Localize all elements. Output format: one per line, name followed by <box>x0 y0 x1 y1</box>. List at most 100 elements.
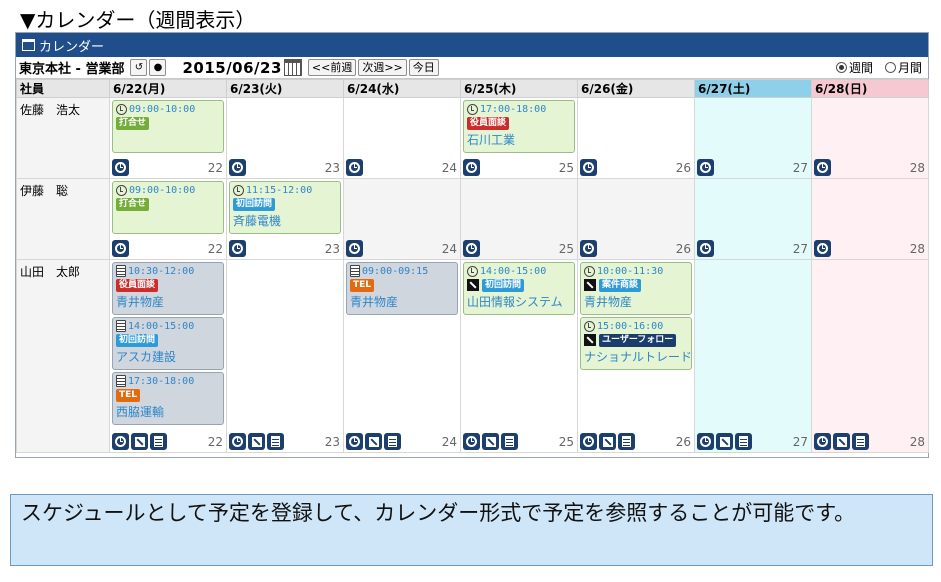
event-company-link[interactable]: 西脇運輸 <box>116 403 220 420</box>
day-number: 28 <box>909 434 925 449</box>
cell-footer: 24 <box>346 433 457 450</box>
day-cell[interactable]: 09:00-10:00 打合せ 22 <box>109 97 227 179</box>
next-week-button[interactable]: 次週>> <box>358 59 407 76</box>
add-clock-button[interactable] <box>112 240 129 257</box>
schedule-event[interactable]: 17:00-18:00 役員面談 石川工業 <box>463 100 575 153</box>
schedule-event[interactable]: 09:00-09:15 TEL 青井物産 <box>346 262 458 315</box>
day-header-5[interactable]: 6/27(土) <box>694 79 812 98</box>
person-icon-button[interactable]: ● <box>149 59 167 76</box>
event-company-link[interactable]: ナショナルトレード <box>584 348 691 365</box>
add-clock-button[interactable] <box>814 159 831 176</box>
day-cell[interactable]: 14:00-15:00 初回訪問 山田情報システム 25 <box>460 259 578 453</box>
add-clock-button[interactable] <box>229 240 246 257</box>
day-header-0[interactable]: 6/22(月) <box>109 79 227 98</box>
date-picker-icon[interactable] <box>283 59 302 76</box>
add-clock-button[interactable] <box>814 240 831 257</box>
day-header-3[interactable]: 6/25(木) <box>460 79 578 98</box>
view-month-radio[interactable]: 月間 <box>884 59 922 76</box>
schedule-event[interactable]: 17:30-18:00 TEL 西脇運輸 <box>112 372 224 425</box>
day-cell[interactable]: 17:00-18:00 役員面談 石川工業 25 <box>460 97 578 179</box>
add-phone-button[interactable] <box>248 433 265 450</box>
add-clock-button[interactable] <box>463 159 480 176</box>
day-header-6[interactable]: 6/28(日) <box>811 79 929 98</box>
add-clock-button[interactable] <box>346 433 363 450</box>
add-doc-button[interactable] <box>852 433 869 450</box>
today-button[interactable]: 今日 <box>408 59 439 76</box>
day-cell[interactable]: 23 <box>226 259 344 453</box>
day-cell[interactable]: 27 <box>694 178 812 260</box>
add-clock-button[interactable] <box>580 159 597 176</box>
event-company-link[interactable]: アスカ建設 <box>116 348 220 365</box>
add-clock-button[interactable] <box>580 240 597 257</box>
day-cell[interactable]: 26 <box>577 178 695 260</box>
day-cell[interactable]: 27 <box>694 259 812 453</box>
event-company-link[interactable]: 青井物産 <box>350 293 454 310</box>
add-phone-button[interactable] <box>833 433 850 450</box>
document-icon <box>505 436 514 447</box>
event-company-link[interactable]: 石川工業 <box>467 131 571 148</box>
add-clock-button[interactable] <box>697 240 714 257</box>
add-doc-button[interactable] <box>735 433 752 450</box>
day-header-4[interactable]: 6/26(金) <box>577 79 695 98</box>
add-clock-button[interactable] <box>463 433 480 450</box>
schedule-event[interactable]: 11:15-12:00 初回訪問 斉藤電機 <box>229 181 341 234</box>
event-time-text: 09:00-10:00 <box>129 184 196 196</box>
add-clock-button[interactable] <box>463 240 480 257</box>
add-clock-button[interactable] <box>697 433 714 450</box>
add-doc-button[interactable] <box>384 433 401 450</box>
day-cell[interactable]: 24 <box>343 97 461 179</box>
day-cell[interactable]: 10:30-12:00 役員面談 青井物産 14:00-15:00 初回訪問 アスカ建設 1… <box>109 259 227 453</box>
event-company-link[interactable]: 青井物産 <box>116 293 220 310</box>
add-clock-button[interactable] <box>112 433 129 450</box>
view-week-radio[interactable]: 週間 <box>835 59 873 76</box>
schedule-event[interactable]: 10:00-11:30 案件商談 青井物産 <box>580 262 692 315</box>
day-cell[interactable]: 09:00-10:00 打合せ 22 <box>109 178 227 260</box>
schedule-event[interactable]: 09:00-10:00 打合せ <box>112 100 224 153</box>
employee-name: 佐藤 浩太 <box>16 97 110 179</box>
add-doc-button[interactable] <box>150 433 167 450</box>
add-clock-button[interactable] <box>814 433 831 450</box>
add-phone-button[interactable] <box>365 433 382 450</box>
schedule-event[interactable]: 15:00-16:00 ユーザーフォロー ナショナルトレード <box>580 317 692 370</box>
add-phone-button[interactable] <box>599 433 616 450</box>
add-doc-button[interactable] <box>267 433 284 450</box>
day-cell[interactable]: 28 <box>811 178 929 260</box>
day-cell[interactable]: 09:00-09:15 TEL 青井物産 24 <box>343 259 461 453</box>
day-cell[interactable]: 28 <box>811 259 929 453</box>
add-clock-button[interactable] <box>697 159 714 176</box>
schedule-event[interactable]: 14:00-15:00 初回訪問 山田情報システム <box>463 262 575 315</box>
day-cell[interactable]: 10:00-11:30 案件商談 青井物産 15:00-16:00 ユーザーフォロー ナシ… <box>577 259 695 453</box>
add-clock-button[interactable] <box>346 159 363 176</box>
event-company-link[interactable]: 青井物産 <box>584 293 688 310</box>
add-clock-button[interactable] <box>229 159 246 176</box>
radio-unselected-icon <box>884 62 896 73</box>
day-cell[interactable]: 25 <box>460 178 578 260</box>
day-cell[interactable]: 27 <box>694 97 812 179</box>
add-clock-button[interactable] <box>229 433 246 450</box>
day-number: 26 <box>675 160 691 175</box>
back-arrow-button[interactable]: ↺ <box>130 59 148 76</box>
add-doc-button[interactable] <box>501 433 518 450</box>
add-phone-button[interactable] <box>131 433 148 450</box>
event-company-link[interactable]: 山田情報システム <box>467 293 571 310</box>
day-header-1[interactable]: 6/23(火) <box>226 79 344 98</box>
add-clock-button[interactable] <box>580 433 597 450</box>
event-time-text: 17:00-18:00 <box>480 103 547 115</box>
schedule-event[interactable]: 14:00-15:00 初回訪問 アスカ建設 <box>112 317 224 370</box>
schedule-event[interactable]: 09:00-10:00 打合せ <box>112 181 224 234</box>
add-doc-button[interactable] <box>618 433 635 450</box>
add-phone-button[interactable] <box>716 433 733 450</box>
day-cell[interactable]: 23 <box>226 97 344 179</box>
prev-week-button[interactable]: <<前週 <box>307 59 357 76</box>
day-cell[interactable]: 24 <box>343 178 461 260</box>
add-phone-button[interactable] <box>482 433 499 450</box>
day-cell[interactable]: 11:15-12:00 初回訪問 斉藤電機 23 <box>226 178 344 260</box>
day-cell[interactable]: 26 <box>577 97 695 179</box>
add-clock-button[interactable] <box>346 240 363 257</box>
day-header-2[interactable]: 6/24(水) <box>343 79 461 98</box>
view-week-label: 週間 <box>848 61 873 75</box>
day-cell[interactable]: 28 <box>811 97 929 179</box>
schedule-event[interactable]: 10:30-12:00 役員面談 青井物産 <box>112 262 224 315</box>
event-company-link[interactable]: 斉藤電機 <box>233 212 337 229</box>
add-clock-button[interactable] <box>112 159 129 176</box>
